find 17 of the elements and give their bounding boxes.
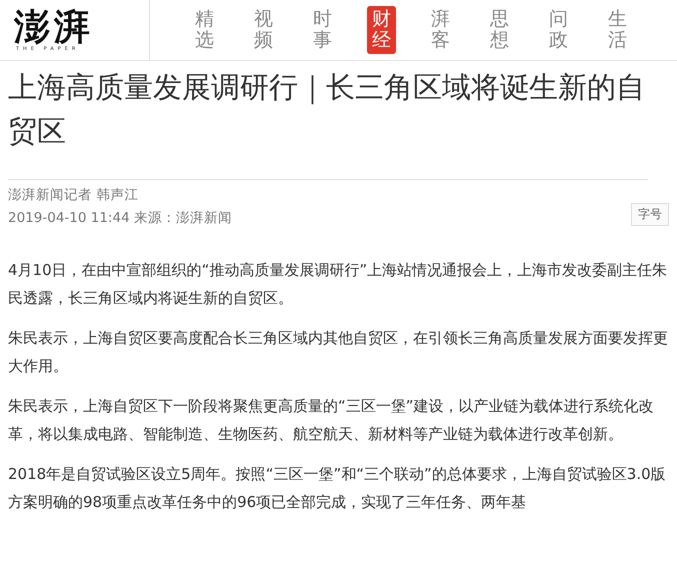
article-paragraph: 朱民表示，上海自贸区下一阶段将聚焦更高质量的“三区一堡”建设，以产业链为载体进行系统化改革，将以集成电路、智能制造、生物医药、航空航天、新材料等产业链为载体进行改革创新。 [8, 396, 655, 445]
nav-tab[interactable]: 思想 [485, 6, 514, 54]
article-title: 上海高质量发展调研行｜长三角区域将诞生新的自贸区 [8, 65, 648, 180]
font-size-button[interactable]: 字号 [631, 203, 669, 226]
article-paragraph: 4月10日，在由中宣部组织的“推动高质量发展调研行”上海站情况通报会上，上海市发改委副主任朱民透露，长三角区域内将诞生新的自贸区。 [8, 260, 668, 309]
nav-tab[interactable]: 问政 [544, 6, 573, 54]
nav-tab[interactable]: 视频 [249, 6, 278, 54]
nav-tab[interactable]: 财经 [367, 6, 396, 54]
nav-tab[interactable]: 生活 [603, 6, 632, 54]
article-paragraph: 朱民表示，上海自贸区要高度配合长三角区域内其他自贸区，在引领长三角高质量发展方面要发挥更大作用。 [8, 328, 669, 377]
nav-tab[interactable]: 湃客 [426, 6, 455, 54]
logo[interactable]: 澎湃 [14, 8, 94, 46]
nav-tab[interactable]: 精选 [190, 6, 219, 54]
article-paragraph: 2018年是自贸试验区设立5周年。按照“三区一堡”和“三个联动”的总体要求，上海自贸试验区3.0版方案明确的98项重点改革任务中的96项已全部完成，实现了三年任务、两年基 [8, 464, 667, 513]
article-author: 澎湃新闻记者 韩声江 [8, 186, 140, 205]
article-dateline: 2019-04-10 11:44 来源：澎湃新闻 [8, 209, 232, 228]
nav-tab[interactable]: 时事 [308, 6, 337, 54]
